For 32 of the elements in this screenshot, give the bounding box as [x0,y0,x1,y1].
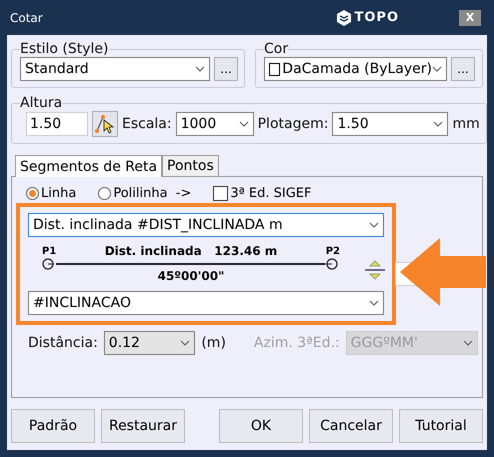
group-label: Cor [264,41,288,57]
unit-label: mm [452,116,480,132]
scale-dropdown[interactable]: 1000 [176,112,254,136]
window-title: Cotar [9,10,44,24]
style-dropdown[interactable]: Standard [20,57,210,81]
radio-button[interactable]: Linha [26,185,76,201]
tab[interactable]: Segmentos de Reta [15,155,162,177]
dialog-button[interactable]: OK [219,409,303,443]
app-logo: TOPO [334,8,399,26]
bottom-text-dropdown[interactable]: #INCLINACAO [28,291,384,315]
color-dropdown[interactable]: DaCamada (ByLayer) [264,57,447,81]
distance-label: Distância: [28,335,98,351]
azimuth-label: Azim. 3ªEd.: [254,335,340,351]
dialog-button[interactable]: Tutorial [399,409,483,443]
tab[interactable]: Pontos [162,155,219,177]
dimension-drawing: P1 Dist. inclinada 123.46 m P2 45º00'00" [42,245,340,283]
group-label: Altura [20,95,62,111]
plot-label: Plotagem: [258,116,328,132]
top-text-dropdown[interactable]: Dist. inclinada #DIST_INCLINADA m [28,213,384,237]
scale-label: Escala: [122,116,172,132]
dialog-button[interactable]: Padrão [11,409,95,443]
height-field[interactable]: 1.50 [26,112,88,136]
distance-unit: (m) [201,335,226,351]
dialog-button[interactable]: Cancelar [309,409,393,443]
plot-dropdown[interactable]: 1.50 [332,112,448,136]
radio-button[interactable]: Polilinha -> [98,185,192,201]
distance-dropdown[interactable]: 0.12 [104,331,196,355]
more-button[interactable]: ... [451,57,475,81]
group-label: Estilo (Style) [20,41,109,57]
checkbox[interactable]: 3ª Ed. SIGEF [213,185,312,201]
more-button[interactable]: ... [214,57,238,81]
dialog-button[interactable]: Restaurar [101,409,185,443]
